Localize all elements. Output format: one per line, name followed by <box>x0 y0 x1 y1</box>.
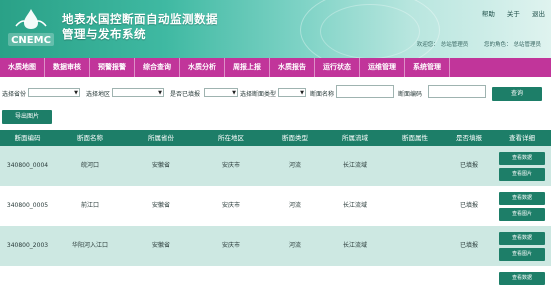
view-image-button[interactable]: 查看图片 <box>499 208 545 221</box>
cnemc-logo: CNEMC <box>8 9 54 46</box>
province-select[interactable]: ▼ <box>28 88 80 97</box>
cell-province: 安徽省 <box>151 162 170 169</box>
table-row: 340800_0004 皖河口 安徽省 安庆市 河流 长江流域 已填报 查看数据… <box>0 146 551 186</box>
cell-basin: 长江流域 <box>342 162 367 169</box>
app-header: CNEMC 地表水国控断面自动监测数据 管理与发布系统 帮助 关于 退出 欢迎您… <box>0 0 551 58</box>
cell-reported: 已填报 <box>459 202 478 209</box>
cell-code: 340800_0004 <box>6 162 49 169</box>
col-header-name: 断面名称 <box>77 134 103 142</box>
main-nav: 水质地图 数据审核 预警报警 综合查询 水质分析 周报上报 水质报告 运行状态 … <box>0 58 551 77</box>
view-data-button[interactable]: 查看数据 <box>499 272 545 285</box>
view-image-button[interactable]: 查看图片 <box>499 168 545 181</box>
section-name-label: 断面名称 <box>310 91 335 98</box>
cell-attr <box>385 146 445 186</box>
section-name-input[interactable] <box>336 85 394 98</box>
filter-bar: 选择省份 ▼ 选择地区 ▼ 是否已填报 ▼ 选择断面类型 ▼ 断面名称 断面编码… <box>0 80 551 128</box>
cell-city: 安庆市 <box>221 242 240 249</box>
cell-type: 河流 <box>288 162 301 169</box>
cell-code: 340800_0005 <box>6 202 49 209</box>
cell-code: 340800_2003 <box>6 242 49 249</box>
system-title-line2: 管理与发布系统 <box>62 27 146 41</box>
view-data-button[interactable]: 查看数据 <box>499 152 545 165</box>
cell-name: 皖河口 <box>80 162 99 169</box>
nav-item-maintenance[interactable]: 运维管理 <box>360 58 405 77</box>
table-row: 查看数据 <box>0 266 551 294</box>
nav-item-weekly-report[interactable]: 周报上报 <box>225 58 270 77</box>
username: 总站管理员 <box>440 42 469 48</box>
dropdown-arrow-icon: ▼ <box>300 90 304 96</box>
col-header-city: 所在地区 <box>218 134 244 142</box>
section-type-select[interactable]: ▼ <box>278 88 306 97</box>
cell-type: 河流 <box>288 242 301 249</box>
logout-link[interactable]: 退出 <box>532 10 545 18</box>
water-ripple-decoration <box>320 4 420 58</box>
view-image-button[interactable]: 查看图片 <box>499 248 545 261</box>
cell-basin: 长江流域 <box>342 202 367 209</box>
province-label: 选择省份 <box>2 91 27 98</box>
user-role: 总站管理员 <box>513 42 541 48</box>
user-info: 欢迎您： 总站管理员 您的角色： 总站管理员 <box>403 40 541 48</box>
reported-label: 是否已填报 <box>170 91 201 98</box>
export-image-button[interactable]: 导出图片 <box>2 110 52 124</box>
nav-item-data-audit[interactable]: 数据审核 <box>45 58 90 77</box>
table-row: 340800_2003 华阳河入江口 安徽省 安庆市 河流 长江流域 已填报 查… <box>0 226 551 266</box>
col-header-attr: 断面属性 <box>402 134 428 142</box>
cell-reported: 已填报 <box>459 162 478 169</box>
help-link[interactable]: 帮助 <box>482 10 495 18</box>
dropdown-arrow-icon: ▼ <box>158 90 162 96</box>
view-data-button[interactable]: 查看数据 <box>499 192 545 205</box>
cell-city: 安庆市 <box>221 162 240 169</box>
table-row: 340800_0005 前江口 安徽省 安庆市 河流 长江流域 已填报 查看数据… <box>0 186 551 226</box>
col-header-reported: 是否填报 <box>456 134 482 142</box>
nav-item-alarm[interactable]: 预警报警 <box>90 58 135 77</box>
table-header: 断面编码 断面名称 所属省份 所在地区 断面类型 所属流域 断面属性 是否填报 … <box>0 130 551 146</box>
nav-item-query[interactable]: 综合查询 <box>135 58 180 77</box>
cell-attr <box>385 226 445 266</box>
cell-basin: 长江流域 <box>342 242 367 249</box>
city-label: 选择地区 <box>86 91 111 98</box>
section-type-label: 选择断面类型 <box>240 91 277 98</box>
query-button[interactable]: 查询 <box>492 87 542 101</box>
dropdown-arrow-icon: ▼ <box>232 90 236 96</box>
cell-province: 安徽省 <box>151 242 170 249</box>
col-header-province: 所属省份 <box>148 134 174 142</box>
top-links: 帮助 关于 退出 <box>472 8 545 18</box>
nav-item-analysis[interactable]: 水质分析 <box>180 58 225 77</box>
system-title: 地表水国控断面自动监测数据 管理与发布系统 <box>62 12 242 42</box>
role-label: 您的角色： <box>483 42 512 48</box>
col-header-type: 断面类型 <box>282 134 308 142</box>
cell-name: 华阳河入江口 <box>71 242 108 249</box>
section-code-label: 断面编码 <box>398 91 423 98</box>
reported-select[interactable]: ▼ <box>204 88 238 97</box>
cell-attr <box>385 186 445 226</box>
cell-type: 河流 <box>288 202 301 209</box>
cell-city: 安庆市 <box>221 202 240 209</box>
nav-item-system[interactable]: 系统管理 <box>405 58 450 77</box>
dropdown-arrow-icon: ▼ <box>74 90 78 96</box>
welcome-label: 欢迎您： <box>416 42 439 48</box>
nav-item-run-status[interactable]: 运行状态 <box>315 58 360 77</box>
col-header-detail: 查看详细 <box>509 134 535 142</box>
view-data-button[interactable]: 查看数据 <box>499 232 545 245</box>
logo-text: CNEMC <box>11 35 51 46</box>
system-title-line1: 地表水国控断面自动监测数据 <box>62 12 218 26</box>
section-code-input[interactable] <box>428 85 486 98</box>
sections-table: 断面编码 断面名称 所属省份 所在地区 断面类型 所属流域 断面属性 是否填报 … <box>0 130 551 294</box>
about-link[interactable]: 关于 <box>507 10 520 18</box>
col-header-code: 断面编码 <box>14 134 41 142</box>
cell-reported: 已填报 <box>459 242 478 249</box>
cell-province: 安徽省 <box>151 202 170 209</box>
city-select[interactable]: ▼ <box>112 88 164 97</box>
nav-item-water-map[interactable]: 水质地图 <box>0 58 45 77</box>
nav-item-water-report[interactable]: 水质报告 <box>270 58 315 77</box>
cell-name: 前江口 <box>80 202 99 209</box>
col-header-basin: 所属流域 <box>342 134 368 142</box>
